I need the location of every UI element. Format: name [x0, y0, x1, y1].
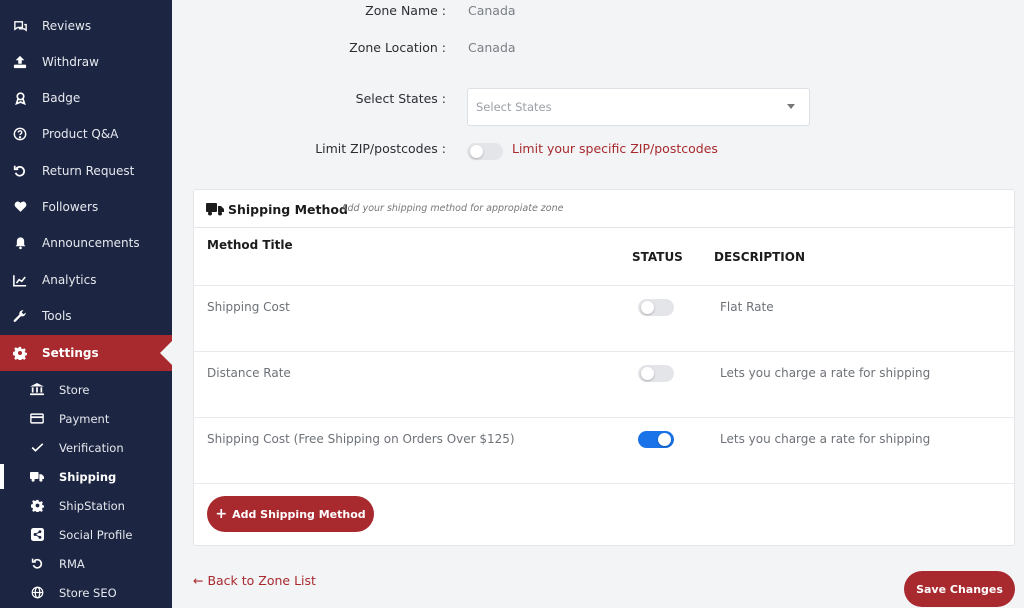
bank-icon — [30, 383, 44, 397]
sidebar-item-return-request[interactable]: Return Request — [0, 153, 172, 189]
plus-icon: + — [215, 506, 228, 522]
table-row: Shipping Cost Flat Rate — [194, 285, 1014, 351]
sidebar-subitem-label: Social Profile — [59, 527, 133, 542]
question-icon — [12, 126, 28, 142]
return-icon — [30, 557, 44, 571]
sidebar-subitem-store[interactable]: Store — [0, 375, 172, 404]
share-icon — [30, 528, 44, 542]
method-title: Distance Rate — [207, 366, 291, 380]
sidebar: Reviews Withdraw Badge Product Q&A Retur… — [0, 0, 172, 608]
sidebar-subitem-label: Shipping — [59, 469, 117, 484]
sidebar-item-label: Return Request — [42, 164, 135, 178]
method-description: Lets you charge a rate for shipping — [720, 432, 931, 446]
credit-card-icon — [30, 412, 44, 426]
sidebar-subitem-payment[interactable]: Payment — [0, 404, 172, 433]
sidebar-item-label: Settings — [42, 346, 99, 360]
sidebar-subitem-shipping[interactable]: Shipping — [0, 462, 172, 491]
sidebar-item-label: Product Q&A — [42, 127, 119, 141]
sidebar-item-badge[interactable]: Badge — [0, 80, 172, 116]
zone-name-value: Canada — [468, 3, 516, 18]
sidebar-subitem-label: Store SEO — [59, 585, 117, 600]
method-description: Lets you charge a rate for shipping — [720, 366, 931, 380]
method-status-toggle[interactable] — [638, 365, 674, 382]
limit-zip-text: Limit your specific ZIP/postcodes — [512, 141, 718, 156]
zone-location-label: Zone Location : — [349, 40, 446, 55]
toggle-knob — [641, 367, 654, 380]
sidebar-item-label: Analytics — [42, 273, 97, 287]
chevron-down-icon — [787, 104, 795, 109]
return-icon — [12, 163, 28, 179]
badge-icon — [12, 90, 28, 106]
method-status-toggle[interactable] — [638, 431, 674, 448]
table-row: Shipping Cost (Free Shipping on Orders O… — [194, 417, 1014, 483]
column-status: STATUS — [632, 250, 683, 264]
back-to-zone-list-link[interactable]: ← Back to Zone List — [193, 573, 316, 588]
sidebar-item-announcements[interactable]: Announcements — [0, 225, 172, 261]
select-states-dropdown[interactable]: Select States — [467, 88, 810, 126]
sidebar-subitem-store-seo[interactable]: Store SEO — [0, 578, 172, 607]
add-shipping-method-label: Add Shipping Method — [232, 507, 366, 521]
column-method-title: Method Title — [207, 238, 293, 252]
method-title: Shipping Cost — [207, 300, 290, 314]
add-shipping-method-button[interactable]: + Add Shipping Method — [207, 496, 374, 532]
sidebar-item-analytics[interactable]: Analytics — [0, 262, 172, 298]
wrench-icon — [12, 308, 28, 324]
save-changes-button[interactable]: Save Changes — [904, 571, 1015, 607]
toggle-knob — [641, 301, 654, 314]
sidebar-subitem-social-profile[interactable]: Social Profile — [0, 520, 172, 549]
shipping-method-title: Shipping Method — [228, 202, 348, 217]
sidebar-item-label: Withdraw — [42, 55, 99, 69]
toggle-knob — [658, 433, 671, 446]
sidebar-subitem-label: RMA — [59, 556, 85, 571]
sidebar-subitem-label: Payment — [59, 411, 110, 426]
withdraw-icon — [12, 54, 28, 70]
sidebar-subitem-label: Verification — [59, 440, 124, 455]
sidebar-item-label: Tools — [42, 309, 72, 323]
shipping-method-card: Shipping Method Add your shipping method… — [193, 189, 1015, 546]
table-divider — [194, 483, 1014, 484]
sidebar-item-withdraw[interactable]: Withdraw — [0, 44, 172, 80]
truck-icon — [206, 201, 224, 216]
chart-icon — [12, 272, 28, 288]
sidebar-subitem-shipstation[interactable]: ShipStation — [0, 491, 172, 520]
sidebar-item-label: Badge — [42, 91, 81, 105]
sidebar-item-followers[interactable]: Followers — [0, 189, 172, 225]
toggle-knob — [470, 145, 483, 158]
select-states-label: Select States : — [355, 91, 446, 106]
sidebar-item-settings[interactable]: Settings — [0, 335, 172, 371]
truck-icon — [30, 470, 44, 484]
shipping-method-header: Shipping Method Add your shipping method… — [194, 190, 1014, 228]
method-title: Shipping Cost (Free Shipping on Orders O… — [207, 432, 515, 446]
check-icon — [30, 441, 44, 455]
sidebar-item-tools[interactable]: Tools — [0, 298, 172, 334]
heart-icon — [12, 199, 28, 215]
sidebar-item-label: Followers — [42, 200, 99, 214]
column-description: DESCRIPTION — [714, 250, 806, 264]
sidebar-item-label: Reviews — [42, 19, 92, 33]
shipping-method-hint: Add your shipping method for appropiate … — [341, 203, 564, 214]
limit-zip-label: Limit ZIP/postcodes : — [315, 141, 446, 156]
gear-icon — [12, 345, 28, 361]
method-status-toggle[interactable] — [638, 299, 674, 316]
sidebar-subitem-label: ShipStation — [59, 498, 125, 513]
sidebar-subitem-rma[interactable]: RMA — [0, 549, 172, 578]
bell-icon — [12, 235, 28, 251]
sidebar-subitem-verification[interactable]: Verification — [0, 433, 172, 462]
gear-icon — [30, 499, 44, 513]
sidebar-item-label: Announcements — [42, 236, 140, 250]
limit-zip-toggle[interactable] — [467, 143, 503, 160]
zone-location-value: Canada — [468, 40, 516, 55]
globe-icon — [30, 586, 44, 600]
select-states-placeholder: Select States — [476, 100, 552, 114]
sidebar-item-reviews[interactable]: Reviews — [0, 8, 172, 44]
sidebar-item-product-qa[interactable]: Product Q&A — [0, 116, 172, 152]
method-description: Flat Rate — [720, 300, 774, 314]
reviews-icon — [12, 18, 28, 34]
table-row: Distance Rate Lets you charge a rate for… — [194, 351, 1014, 417]
sidebar-subitem-label: Store — [59, 382, 90, 397]
zone-name-label: Zone Name : — [365, 3, 446, 18]
